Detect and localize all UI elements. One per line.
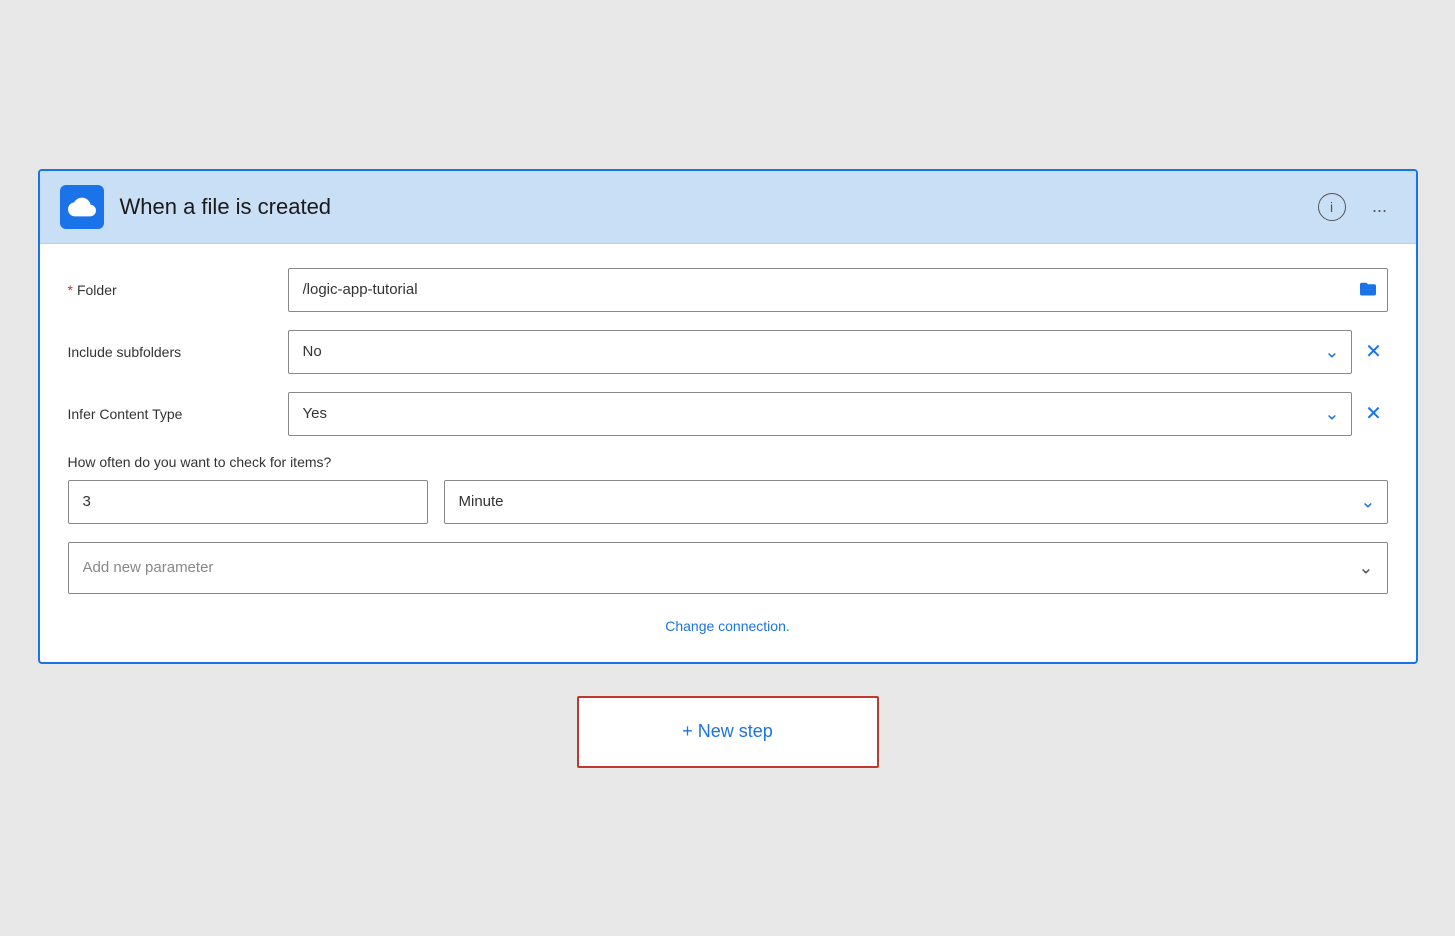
infer-content-type-select[interactable]: Yes No	[288, 392, 1352, 436]
add-param-wrapper: Add new parameter ⌄	[68, 542, 1388, 594]
add-param-select[interactable]: Add new parameter	[68, 542, 1388, 594]
change-connection-link[interactable]: Change connection.	[665, 618, 790, 634]
infer-content-type-select-wrapper: Yes No ⌄	[288, 392, 1352, 436]
card-body: *Folder Include subfolders	[40, 244, 1416, 662]
include-subfolders-select[interactable]: No Yes	[288, 330, 1352, 374]
include-subfolders-select-wrapper: No Yes ⌄	[288, 330, 1352, 374]
folder-label: *Folder	[68, 282, 268, 298]
new-step-container: + New step	[577, 696, 879, 768]
infer-clear-x-icon: ✕	[1365, 401, 1382, 426]
infer-content-type-control: Yes No ⌄ ✕	[288, 392, 1388, 436]
frequency-unit-select[interactable]: Second Minute Hour Day Week Month	[444, 480, 1388, 524]
folder-required: *	[68, 282, 73, 298]
include-subfolders-control: No Yes ⌄ ✕	[288, 330, 1388, 374]
ellipsis-icon: ...	[1372, 196, 1387, 217]
infer-content-type-label: Infer Content Type	[68, 406, 268, 422]
frequency-inputs: Second Minute Hour Day Week Month ⌄	[68, 480, 1388, 524]
page-container: When a file is created i ... *Folder	[38, 169, 1418, 768]
info-circle-icon: i	[1318, 193, 1346, 221]
folder-control	[288, 268, 1388, 312]
frequency-number-input[interactable]	[68, 480, 428, 524]
connector-icon	[60, 185, 104, 229]
include-subfolders-row: Include subfolders No Yes ⌄ ✕	[68, 330, 1388, 374]
new-step-button[interactable]: + New step	[577, 696, 879, 768]
folder-input-wrapper	[288, 268, 1388, 312]
header-actions: i ...	[1316, 191, 1396, 223]
card-title: When a file is created	[120, 194, 1300, 220]
infer-content-type-clear-button[interactable]: ✕	[1360, 400, 1388, 428]
frequency-section: How often do you want to check for items…	[68, 454, 1388, 524]
folder-row: *Folder	[68, 268, 1388, 312]
folder-browse-button[interactable]	[1358, 279, 1378, 300]
cloud-svg	[68, 193, 96, 221]
clear-x-icon: ✕	[1365, 339, 1382, 364]
include-subfolders-label: Include subfolders	[68, 344, 268, 360]
card-header: When a file is created i ...	[40, 171, 1416, 244]
more-options-button[interactable]: ...	[1364, 191, 1396, 223]
info-button[interactable]: i	[1316, 191, 1348, 223]
trigger-card: When a file is created i ... *Folder	[38, 169, 1418, 664]
include-subfolders-clear-button[interactable]: ✕	[1360, 338, 1388, 366]
change-connection: Change connection.	[68, 618, 1388, 634]
infer-content-type-row: Infer Content Type Yes No ⌄ ✕	[68, 392, 1388, 436]
frequency-question: How often do you want to check for items…	[68, 454, 1388, 470]
frequency-unit-select-wrapper: Second Minute Hour Day Week Month ⌄	[444, 480, 1388, 524]
folder-browse-icon	[1358, 279, 1378, 295]
folder-input[interactable]	[288, 268, 1388, 312]
